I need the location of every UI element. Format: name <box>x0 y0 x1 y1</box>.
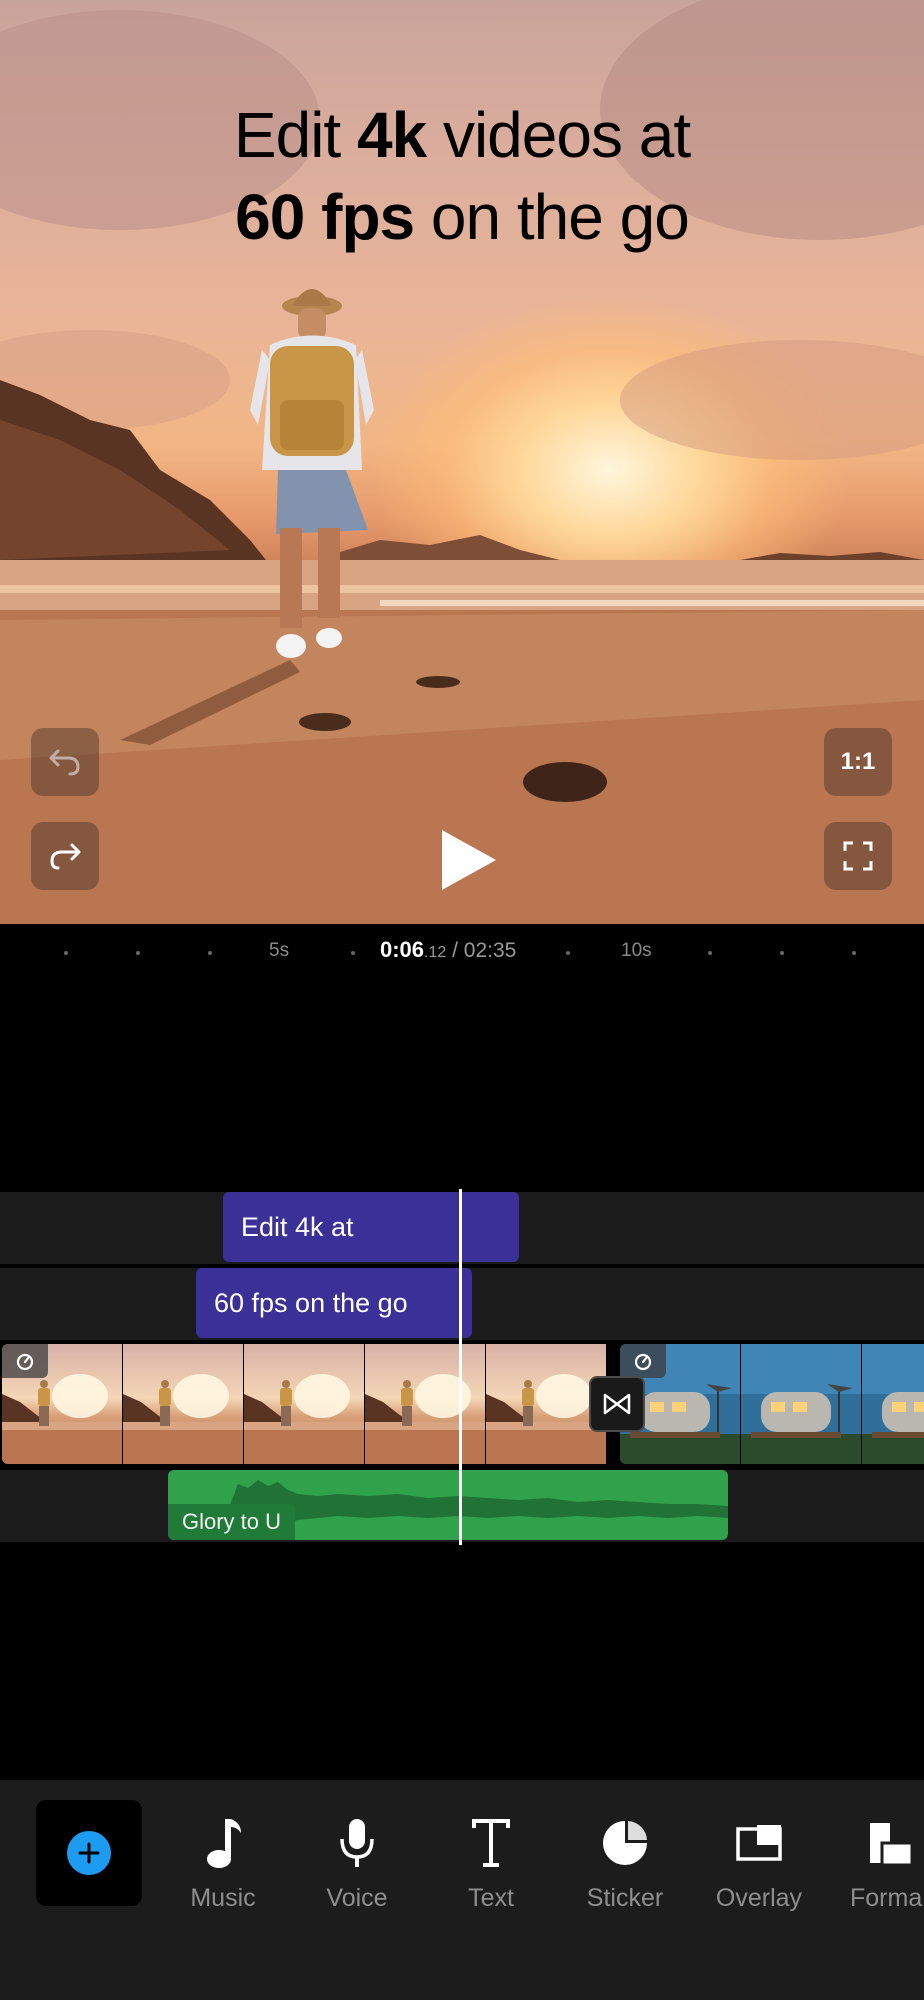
ruler-dot <box>64 951 68 955</box>
aspect-ratio-label: 1:1 <box>840 748 876 775</box>
toolbar-format-label: Forma <box>850 1884 923 1912</box>
ruler-dot <box>351 951 355 955</box>
ruler-label-5s: 5s <box>269 940 290 961</box>
microphone-icon <box>340 1819 374 1867</box>
toolbar-text-button[interactable]: Text <box>426 1816 556 1913</box>
current-time: 0:06 <box>380 937 425 962</box>
toolbar-music-label: Music <box>190 1884 256 1912</box>
video-clip-thumbnails <box>2 1344 606 1464</box>
ruler-dot <box>852 951 856 955</box>
audio-clip-title: Glory to U <box>182 1509 282 1534</box>
ruler-dot <box>708 951 712 955</box>
video-clip-trailer[interactable] <box>620 1344 924 1464</box>
headline-line-1: Edit 4k videos at <box>233 99 691 171</box>
toolbar-voice-button[interactable]: Voice <box>292 1816 422 1913</box>
text-clip-edit-4k[interactable]: Edit 4k at <box>223 1192 519 1262</box>
clip-speed-badge <box>620 1344 666 1378</box>
playhead[interactable] <box>459 1189 462 1545</box>
headline-line-2: 60 fps on the go <box>235 181 690 253</box>
ruler-label-10s: 10s <box>621 940 652 961</box>
audio-clip-glory[interactable]: Glory to U <box>168 1470 728 1540</box>
undo-button[interactable] <box>31 728 99 796</box>
clip-speed-badge <box>2 1344 48 1378</box>
video-clip-sunset[interactable] <box>2 1344 616 1464</box>
ruler-dot <box>208 951 212 955</box>
toolbar-voice-label: Voice <box>326 1884 388 1912</box>
current-time-fraction: .12 <box>424 944 447 961</box>
text-clip-60fps[interactable]: 60 fps on the go <box>196 1268 472 1338</box>
toolbar-format-button[interactable]: Forma <box>818 1816 924 1913</box>
transition-icon <box>603 1393 631 1415</box>
toolbar-overlay-label: Overlay <box>715 1884 803 1912</box>
video-preview[interactable]: Edit 4k videos at 60 fps on the go 1:1 <box>0 0 924 924</box>
aspect-ratio-button[interactable]: 1:1 <box>824 728 892 796</box>
speedometer-icon <box>634 1353 652 1371</box>
transition-button[interactable] <box>589 1376 645 1432</box>
sticker-icon <box>603 1821 647 1865</box>
timecode: 0:06.12 / 02:35 <box>380 937 516 963</box>
redo-button[interactable] <box>31 822 99 890</box>
music-note-icon <box>207 1819 241 1868</box>
ruler-dot <box>566 951 570 955</box>
add-media-button[interactable] <box>36 1800 142 1906</box>
total-duration: / 02:35 <box>446 939 517 962</box>
ruler-dot <box>780 951 784 955</box>
undo-icon <box>49 749 80 776</box>
fullscreen-button[interactable] <box>824 822 892 890</box>
text-clip-label: 60 fps on the go <box>214 1287 408 1318</box>
ruler-dot <box>136 951 140 955</box>
redo-icon <box>50 843 81 870</box>
overlay-icon <box>736 1825 782 1861</box>
bottom-toolbar: Music Voice Text Sticker Overlay Forma <box>0 1780 924 2000</box>
toolbar-sticker-label: Sticker <box>586 1884 664 1912</box>
plus-icon <box>67 1831 111 1875</box>
toolbar-text-label: Text <box>468 1884 514 1912</box>
toolbar-music-button[interactable]: Music <box>158 1816 288 1913</box>
fullscreen-icon <box>843 841 873 871</box>
toolbar-overlay-button[interactable]: Overlay <box>694 1816 824 1913</box>
toolbar-sticker-button[interactable]: Sticker <box>560 1816 690 1913</box>
audio-clip-label: Glory to U <box>168 1504 296 1540</box>
text-clip-label: Edit 4k at <box>241 1211 354 1242</box>
text-icon <box>472 1819 510 1867</box>
play-icon[interactable] <box>438 828 498 892</box>
speedometer-icon <box>16 1353 34 1371</box>
format-icon <box>870 1823 914 1867</box>
time-ruler[interactable]: 5s 0:06.12 / 02:35 10s <box>0 924 924 980</box>
